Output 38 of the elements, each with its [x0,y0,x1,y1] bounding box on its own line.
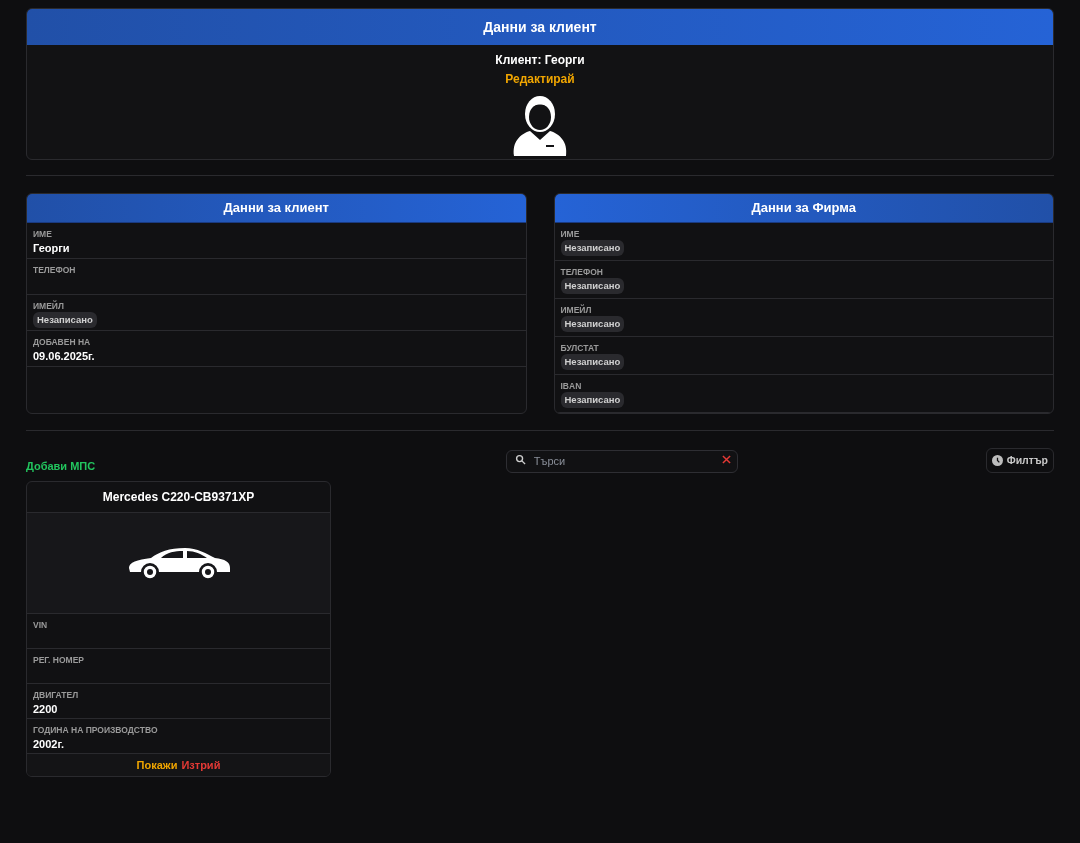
add-vehicle-link[interactable]: Добави МПС [26,458,258,475]
status-badge: Незаписано [560,278,625,294]
card-title: Данни за клиент [223,199,329,218]
field-label: ТЕЛЕФОН [560,266,604,278]
field-label: ГОДИНА НА ПРОИЗВОДСТВО [33,724,159,736]
field-value: 2002г. [33,737,65,752]
status-badge: Незаписано [560,354,625,370]
field-label: ИМЕ [560,228,581,240]
search-icon [514,454,526,465]
edit-link[interactable]: Редактирай [505,71,575,87]
field-label: ИМЕ [33,228,53,240]
card-title: Данни за клиент [483,17,597,37]
field-label: ДОБАВЕН НА [33,336,92,348]
field-label: IBAN [560,380,583,392]
field-label: ДВИГАТЕЛ [33,689,80,701]
field-value: 2200 [33,702,59,717]
field-label: ИМЕЙЛ [33,300,65,312]
show-link[interactable]: Покажи [136,756,178,774]
delete-link[interactable]: Изтрий [181,756,221,774]
client-name: Клиент: Георги [495,52,585,68]
field-label: РЕГ. НОМЕР [33,654,85,666]
filter-button[interactable]: Филтър [985,448,1054,473]
status-badge: Незаписано [560,392,625,408]
status-badge: Незаписано [33,312,97,328]
clear-icon[interactable] [721,455,731,464]
status-badge: Незаписано [560,316,625,332]
field-label: VIN [33,619,49,631]
search-field[interactable]: Търси [505,449,738,473]
field-value: Георги [33,241,71,256]
field-label: БУЛСТАТ [560,342,600,354]
field-value: 09.06.2025г. [33,349,96,364]
field-label: ТЕЛЕФОН [33,264,77,276]
field-label: ИМЕЙЛ [560,304,593,316]
clock-icon [991,455,1003,466]
card-title: Данни за Фирма [751,199,856,218]
car-icon [126,546,231,580]
vehicle-title: Mercedes C220-CB9371XP [102,489,255,506]
status-badge: Незаписано [560,240,625,256]
